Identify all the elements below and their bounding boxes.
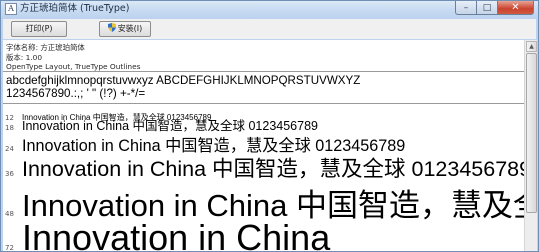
minimize-icon: – <box>463 2 469 13</box>
window-title: 方正琥珀简体 (TrueType) <box>20 3 130 14</box>
sample-text: Innovation in China 中国智造，慧及全球 0123456789 <box>22 157 524 181</box>
title-bar[interactable]: A 方正琥珀简体 (TrueType) – □ ✕ <box>1 1 538 18</box>
install-label: 安装(I) <box>117 24 143 33</box>
font-name-line: 字体名称: 方正琥珀简体 <box>6 43 85 52</box>
install-button[interactable]: 安装(I) <box>99 21 151 37</box>
charset-symbols: 1234567890.:,; ' " (!?) +-*/= <box>6 87 146 100</box>
font-file-icon: A <box>5 3 17 15</box>
sample-text: Innovation in China 中国智造，慧及全球 0123456789 <box>22 119 318 133</box>
sample-text: Innovation in China <box>22 217 331 252</box>
close-icon: ✕ <box>511 2 520 13</box>
scroll-thumb[interactable] <box>526 53 537 213</box>
maximize-button[interactable]: □ <box>477 1 498 15</box>
font-viewer-window: A 方正琥珀简体 (TrueType) – □ ✕ 打印(P) 安装(I) 字体… <box>0 0 539 252</box>
charset-letters: abcdefghijklmnopqrstuvwxyz ABCDEFGHIJKLM… <box>6 74 361 87</box>
sample-row-72: 72 Innovation in China <box>5 217 331 252</box>
print-button[interactable]: 打印(P) <box>11 21 67 37</box>
toolbar: 打印(P) 安装(I) <box>3 19 536 39</box>
divider <box>3 103 524 104</box>
uac-shield-icon <box>107 23 116 32</box>
divider <box>3 71 524 72</box>
font-preview-area[interactable]: 字体名称: 方正琥珀简体 版本: 1.00 OpenType Layout, T… <box>3 40 524 252</box>
size-label: 36 <box>5 170 14 178</box>
version-line: 版本: 1.00 <box>6 52 43 62</box>
size-label: 72 <box>5 244 14 252</box>
caption-buttons: – □ ✕ <box>455 1 534 16</box>
close-button[interactable]: ✕ <box>498 1 534 15</box>
vertical-scrollbar[interactable]: ▲ <box>524 40 537 251</box>
size-label: 18 <box>5 124 14 132</box>
sample-row-36: 36 Innovation in China 中国智造，慧及全球 01234567… <box>5 152 524 183</box>
font-info: 字体名称: 方正琥珀简体 版本: 1.00 OpenType Layout, T… <box>6 43 141 72</box>
character-set: abcdefghijklmnopqrstuvwxyz ABCDEFGHIJKLM… <box>6 74 360 100</box>
minimize-button[interactable]: – <box>455 1 477 15</box>
maximize-icon: □ <box>482 2 492 13</box>
scroll-up-arrow[interactable]: ▲ <box>526 41 537 52</box>
